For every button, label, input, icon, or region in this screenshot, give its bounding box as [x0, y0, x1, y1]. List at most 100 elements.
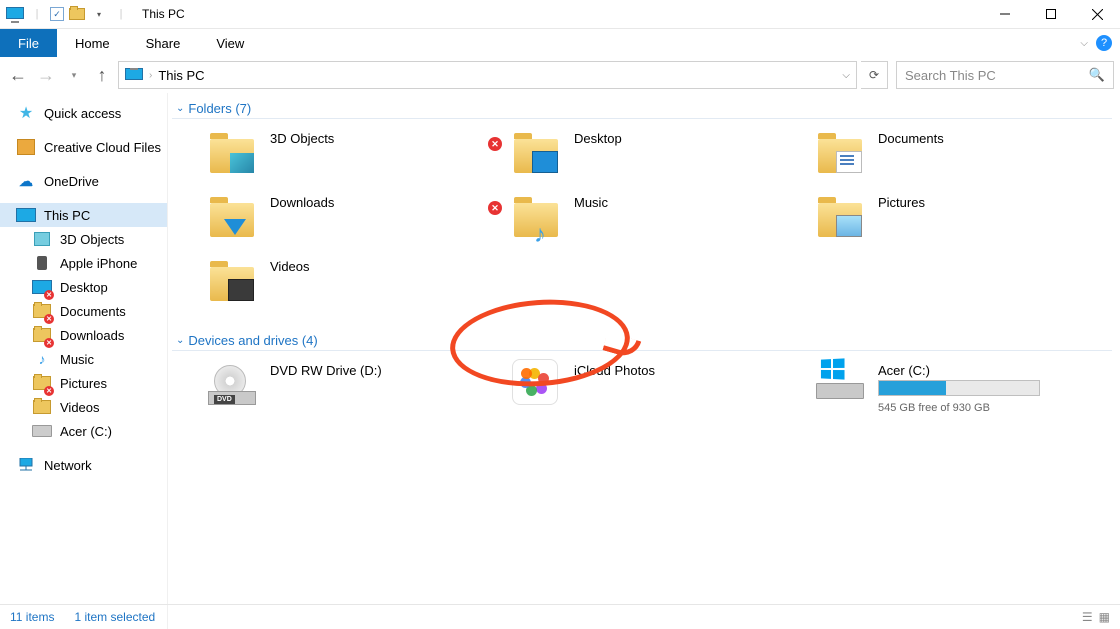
drive-icloud-photos[interactable]: iCloud Photos — [512, 355, 816, 419]
maximize-button[interactable] — [1028, 0, 1074, 28]
folder-pictures[interactable]: Pictures — [816, 187, 1120, 251]
sidebar-item-label: Network — [44, 458, 92, 473]
back-button[interactable]: ← — [6, 63, 30, 87]
folder-documents[interactable]: Documents — [816, 123, 1120, 187]
drive-label: Acer (C:) — [878, 359, 1040, 378]
drive-acer-c[interactable]: Acer (C:) 545 GB free of 930 GB — [816, 355, 1120, 419]
quick-access-toolbar: | ✓ ▾ | — [0, 5, 136, 23]
section-header-drives[interactable]: ⌄ Devices and drives (4) — [172, 331, 1112, 351]
sidebar-item-quick-access[interactable]: ★ Quick access — [0, 101, 167, 125]
sidebar-item-label: OneDrive — [44, 174, 99, 189]
storage-free-text: 545 GB free of 930 GB — [878, 402, 1040, 414]
sidebar-item-creative-cloud[interactable]: Creative Cloud Files — [0, 135, 167, 159]
chevron-right-icon[interactable]: › — [149, 70, 152, 81]
section-title: Folders (7) — [188, 101, 251, 116]
up-button[interactable]: ↑ — [90, 63, 114, 87]
thumbnails-view-icon[interactable]: ▦ — [1099, 610, 1110, 624]
sidebar-item-desktop[interactable]: ✕ Desktop — [0, 275, 167, 299]
window-controls — [982, 0, 1120, 28]
sidebar-item-music[interactable]: ♪ Music — [0, 347, 167, 371]
folder-icon: ✕ — [32, 302, 52, 320]
search-icon[interactable]: 🔍 — [1089, 67, 1105, 83]
search-box[interactable]: Search This PC 🔍 — [896, 61, 1114, 89]
sidebar-item-label: Music — [60, 352, 94, 367]
tab-view[interactable]: View — [198, 29, 262, 57]
details-view-icon[interactable]: ☰ — [1082, 610, 1093, 624]
status-bar: 11 items 1 item selected ☰ ▦ — [0, 604, 1120, 629]
qat-dropdown-icon[interactable]: ▾ — [90, 5, 108, 23]
folder-icon: ✕ — [32, 374, 52, 392]
sidebar-item-this-pc[interactable]: This PC — [0, 203, 167, 227]
icloud-photos-icon — [512, 359, 560, 407]
address-text[interactable]: This PC — [158, 68, 204, 83]
navigation-pane: ★ Quick access Creative Cloud Files ☁ OneD… — [0, 93, 168, 629]
sidebar-item-videos[interactable]: Videos — [0, 395, 167, 419]
sidebar-item-acer-c-[interactable]: Acer (C:) — [0, 419, 167, 443]
folder-music[interactable]: ✕ ♪ Music — [512, 187, 816, 251]
help-icon[interactable]: ? — [1096, 35, 1112, 51]
title-bar: | ✓ ▾ | This PC — [0, 0, 1120, 29]
sidebar-item-documents[interactable]: ✕ Documents — [0, 299, 167, 323]
sidebar-item-label: Creative Cloud Files — [44, 140, 161, 155]
folder-icon — [208, 127, 256, 175]
folder-3d-objects[interactable]: 3D Objects — [208, 123, 512, 187]
sidebar-item-label: This PC — [44, 208, 90, 223]
sidebar-item-apple-iphone[interactable]: Apple iPhone — [0, 251, 167, 275]
window-title: This PC — [142, 7, 185, 21]
drive-dvd[interactable]: DVD DVD RW Drive (D:) — [208, 355, 512, 419]
refresh-button[interactable]: ⟳ — [861, 61, 888, 89]
dvd-drive-icon: DVD — [208, 359, 256, 407]
monitor-icon: ✕ — [32, 278, 52, 296]
address-bar[interactable]: › This PC ⌵ — [118, 61, 857, 89]
folder-videos[interactable]: Videos — [208, 251, 512, 315]
folder-label: Documents — [878, 127, 944, 146]
forward-button[interactable]: → — [34, 63, 58, 87]
sidebar-item-label: Quick access — [44, 106, 121, 121]
folder-small-icon[interactable] — [68, 5, 86, 23]
qat-separator: | — [112, 5, 130, 23]
sidebar-item-label: Downloads — [60, 328, 124, 343]
section-title: Devices and drives (4) — [188, 333, 317, 348]
section-header-folders[interactable]: ⌄ Folders (7) — [172, 99, 1112, 119]
folder-label: Desktop — [574, 127, 622, 146]
close-button[interactable] — [1074, 0, 1120, 28]
drive-icon — [32, 422, 52, 440]
folder-label: Music — [574, 191, 608, 210]
ribbon: File Home Share View ⌵ ? — [0, 29, 1120, 57]
sidebar-item-3d-objects[interactable]: 3D Objects — [0, 227, 167, 251]
chevron-down-icon: ⌄ — [176, 335, 184, 346]
hard-drive-icon — [816, 359, 864, 407]
star-icon: ★ — [16, 104, 36, 122]
file-tab[interactable]: File — [0, 29, 57, 57]
address-dropdown-icon[interactable]: ⌵ — [842, 70, 850, 81]
tab-share[interactable]: Share — [128, 29, 199, 57]
onedrive-icon: ☁ — [16, 172, 36, 190]
folder-icon — [208, 255, 256, 303]
drive-label: iCloud Photos — [574, 359, 655, 378]
ribbon-expand-icon[interactable]: ⌵ — [1080, 38, 1088, 49]
minimize-button[interactable] — [982, 0, 1028, 28]
sidebar-item-label: 3D Objects — [60, 232, 124, 247]
status-item-count: 11 items — [10, 610, 54, 624]
drives-grid: DVD DVD RW Drive (D:) iCloud Photos — [168, 355, 1120, 419]
tab-home[interactable]: Home — [57, 29, 128, 57]
folder-desktop[interactable]: ✕ Desktop — [512, 123, 816, 187]
chevron-down-icon: ⌄ — [176, 103, 184, 114]
error-badge-icon: ✕ — [488, 137, 502, 151]
folder-icon: ♪ — [512, 191, 560, 239]
sidebar-item-onedrive[interactable]: ☁ OneDrive — [0, 169, 167, 193]
this-pc-icon — [125, 68, 143, 82]
sidebar-item-downloads[interactable]: ✕ Downloads — [0, 323, 167, 347]
content-area: ⌄ Folders (7) 3D Objects ✕ Desktop Docum… — [168, 93, 1120, 629]
folder-icon — [208, 191, 256, 239]
monitor-icon — [16, 206, 36, 224]
qat-checkbox-icon[interactable]: ✓ — [50, 7, 64, 21]
status-selected-count: 1 item selected — [74, 610, 155, 624]
recent-dropdown[interactable]: ▾ — [62, 63, 86, 87]
sidebar-item-network[interactable]: Network — [0, 453, 167, 477]
sidebar-item-pictures[interactable]: ✕ Pictures — [0, 371, 167, 395]
folder-label: 3D Objects — [270, 127, 334, 146]
monitor-icon[interactable] — [6, 5, 24, 23]
folder-downloads[interactable]: Downloads — [208, 187, 512, 251]
folder-icon — [32, 398, 52, 416]
